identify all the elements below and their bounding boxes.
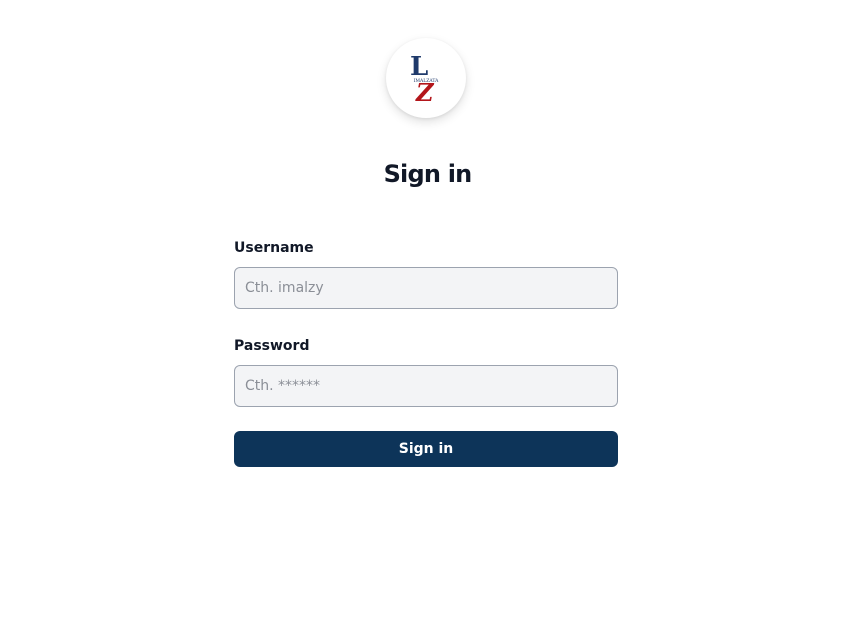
logo-initial-z: Z <box>415 78 435 105</box>
password-label: Password <box>234 338 310 354</box>
username-input[interactable] <box>234 267 618 309</box>
username-group: Username <box>234 238 618 309</box>
login-page: L IMALZATA Z Sign in Username Password S… <box>0 0 855 624</box>
sign-in-button[interactable]: Sign in <box>234 431 618 467</box>
brand-logo-icon: L IMALZATA Z <box>410 52 439 105</box>
username-label: Username <box>234 240 314 256</box>
sign-in-form: Username Password Sign in <box>234 238 618 467</box>
password-group: Password <box>234 336 618 407</box>
logo: L IMALZATA Z <box>386 38 466 118</box>
password-input[interactable] <box>234 365 618 407</box>
page-title: Sign in <box>383 160 473 188</box>
